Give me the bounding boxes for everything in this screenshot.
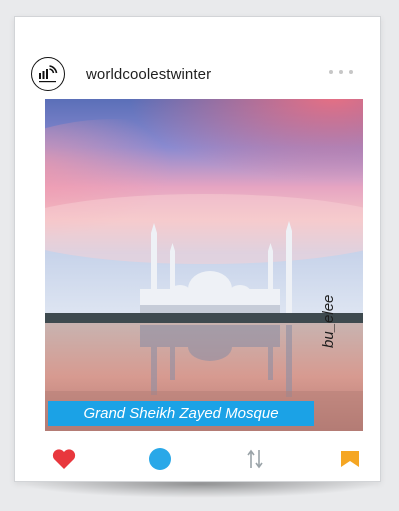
more-dots-icon[interactable]	[325, 62, 361, 82]
wifi-signal-logo-icon[interactable]	[31, 57, 65, 91]
photo-caption: Grand Sheikh Zayed Mosque	[48, 401, 314, 426]
bookmark-icon[interactable]	[337, 446, 363, 472]
comment-circle-icon[interactable]	[147, 446, 173, 472]
post-header: worldcoolestwinter	[31, 57, 361, 91]
sort-arrows-icon[interactable]	[242, 446, 268, 472]
post-actions	[45, 440, 363, 476]
post-username[interactable]: worldcoolestwinter	[86, 66, 211, 83]
post-photo	[45, 99, 363, 431]
heart-icon[interactable]	[51, 446, 77, 472]
photo-credit: bu_elee	[320, 294, 337, 348]
